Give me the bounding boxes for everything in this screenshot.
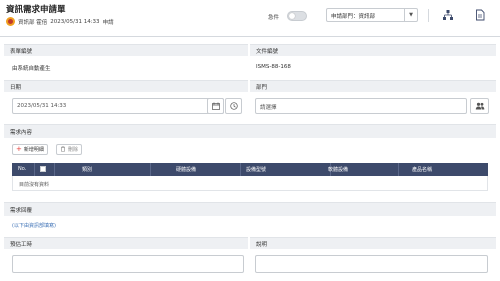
form-no-header: 表單編號 [4, 44, 248, 56]
col-hardware: 硬體設備 [176, 167, 197, 173]
delete-icon [60, 146, 66, 154]
apply-datetime: 2023/05/31 14:33 [50, 18, 100, 25]
delete-button[interactable]: 刪除 [56, 144, 83, 155]
col-divider [150, 163, 151, 176]
hours-label: 預估工時 [10, 242, 33, 248]
urgent-toggle[interactable] [287, 11, 307, 21]
avatar [6, 17, 15, 26]
request-section-label: 需求內容 [10, 130, 33, 136]
select-all-checkbox[interactable] [40, 166, 46, 172]
dept-label: 部門 [256, 85, 268, 91]
col-divider [398, 163, 399, 176]
users-icon[interactable] [470, 98, 489, 114]
plus-icon: + [16, 145, 22, 153]
col-software: 軟體設備 [328, 167, 349, 173]
document-icon[interactable] [474, 9, 486, 21]
urgent-label: 急件 [268, 15, 280, 21]
applicant-name: 資訊部 霍倍 [18, 19, 48, 26]
detail-grid-body: 目前沒有資料 [12, 176, 488, 191]
col-divider [34, 163, 35, 176]
applicant-info: 資訊部 霍倍 2023/05/31 14:33 申請 [6, 17, 114, 26]
col-model: 設備型號 [246, 167, 267, 173]
org-chart-icon[interactable] [442, 9, 454, 21]
col-divider [54, 163, 55, 176]
page-title: 資訊需求申請單 [6, 5, 66, 15]
apply-action: 申請 [102, 19, 114, 26]
reply-note: (以下由資訊部填寫) [12, 223, 56, 229]
doc-no-header: 文件編號 [250, 44, 496, 56]
dept-header: 部門 [250, 80, 496, 92]
clock-icon[interactable] [225, 98, 242, 114]
date-header: 日期 [4, 80, 248, 92]
toggle-knob [289, 13, 295, 19]
delete-label: 刪除 [68, 147, 79, 153]
hours-header: 預估工時 [4, 237, 248, 249]
top-bar: 資訊需求申請單 資訊部 霍倍 2023/05/31 14:33 申請 急件 申請… [0, 0, 500, 37]
calendar-icon[interactable] [207, 98, 224, 114]
department-select-value: 申請部門：資訊部 [331, 14, 376, 20]
dept-input-placeholder: 請選擇 [260, 105, 277, 111]
toolbar-divider [428, 9, 429, 22]
reply-section-label: 需求回覆 [10, 208, 33, 214]
desc-header: 說明 [250, 237, 496, 249]
chevron-down-icon: ▼ [404, 9, 417, 21]
dept-input[interactable]: 請選擇 [255, 98, 467, 114]
request-section-header: 需求內容 [4, 124, 496, 138]
col-category: 類別 [82, 167, 93, 173]
add-detail-button[interactable]: + 新增明細 [12, 144, 48, 155]
hours-input[interactable] [12, 255, 244, 273]
department-select[interactable]: 申請部門：資訊部 ▼ [326, 8, 418, 22]
doc-no-value: ISMS-88-168 [256, 64, 291, 70]
form-no-value: 由系統自動產生 [12, 66, 51, 72]
add-detail-label: 新增明細 [23, 147, 44, 153]
col-product: 產品名稱 [412, 167, 433, 173]
reply-section-header: 需求回覆 [4, 202, 496, 216]
form-no-label: 表單編號 [10, 49, 33, 55]
col-divider [240, 163, 241, 176]
date-input-value: 2023/05/31 14:33 [17, 103, 67, 109]
desc-label: 說明 [256, 242, 268, 248]
desc-input[interactable] [255, 255, 488, 273]
doc-no-label: 文件編號 [256, 49, 279, 55]
date-label: 日期 [10, 85, 22, 91]
empty-message: 目前沒有資料 [19, 182, 50, 188]
date-input[interactable]: 2023/05/31 14:33 [12, 98, 224, 114]
detail-grid-header: No. 類別 硬體設備 設備型號 軟體設備 產品名稱 [12, 163, 488, 176]
col-no: No. [18, 166, 27, 172]
